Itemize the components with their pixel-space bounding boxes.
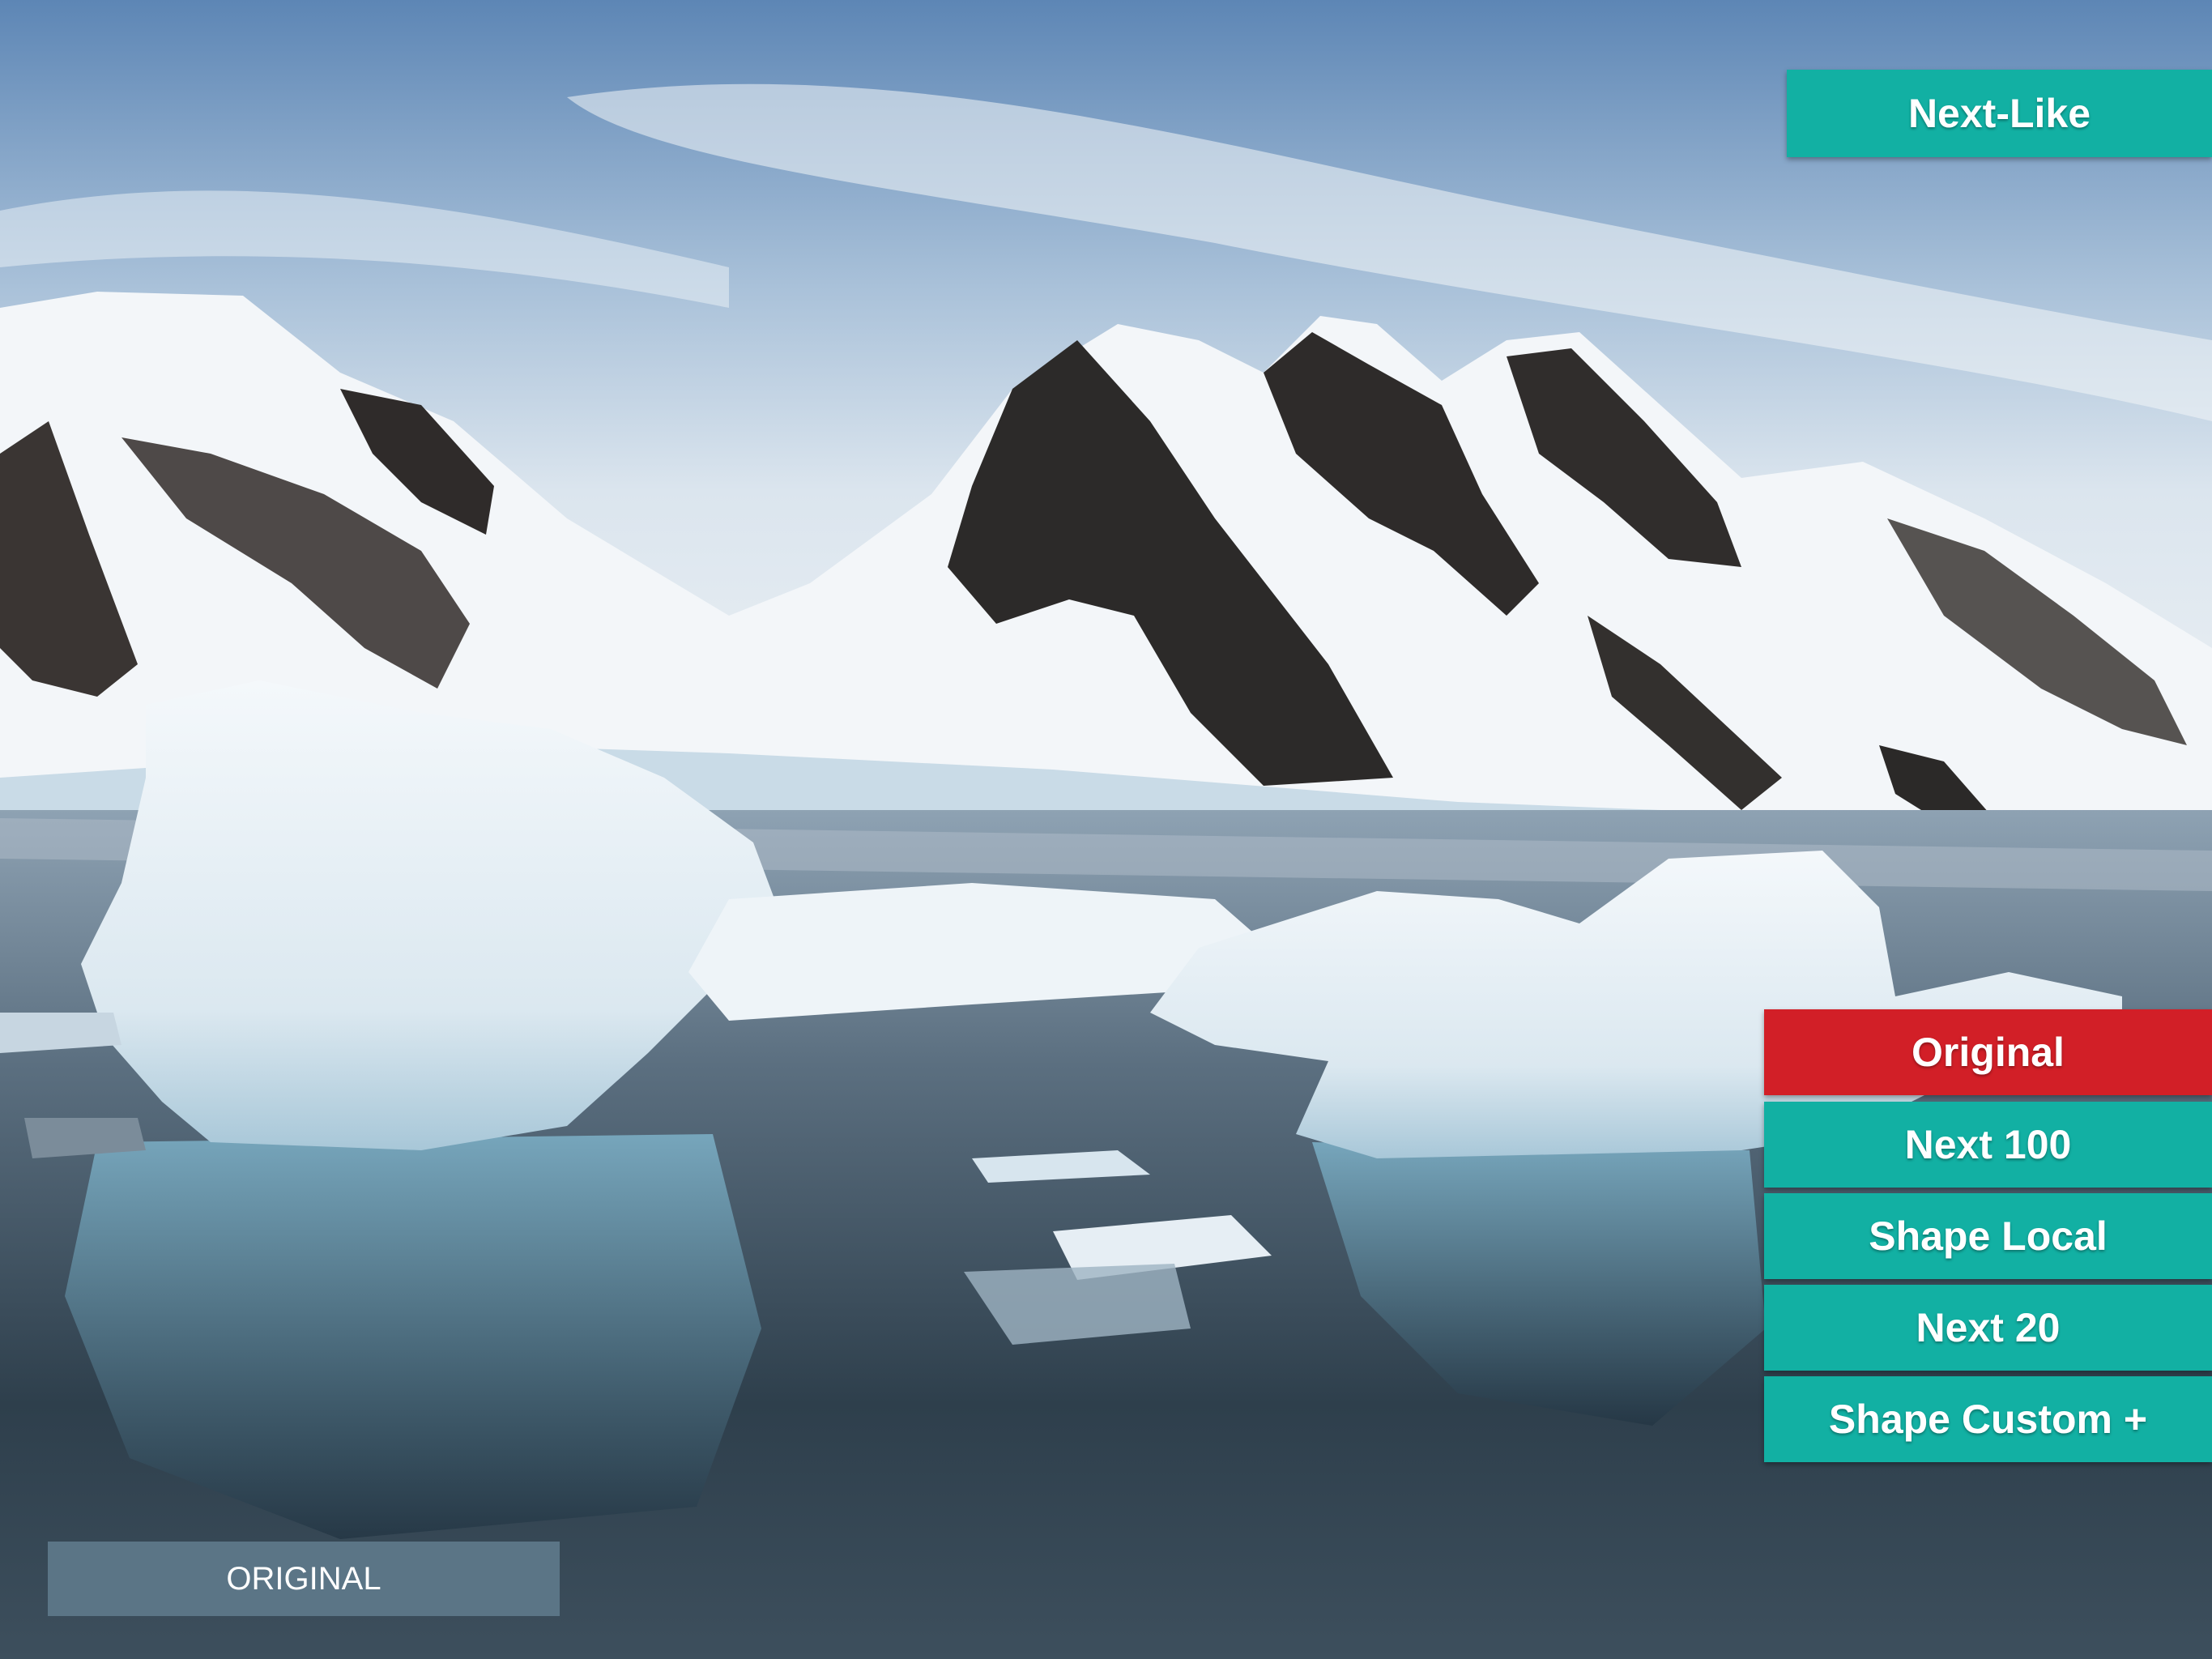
shape-local-button[interactable]: Shape Local [1764,1193,2212,1279]
next-20-button[interactable]: Next 20 [1764,1285,2212,1371]
original-button[interactable]: Original [1764,1009,2212,1095]
next-like-button[interactable]: Next-Like [1787,70,2212,157]
next-100-button[interactable]: Next 100 [1764,1102,2212,1188]
shape-custom-plus-button[interactable]: Shape Custom + [1764,1376,2212,1462]
mode-label: ORIGINAL [48,1542,560,1616]
